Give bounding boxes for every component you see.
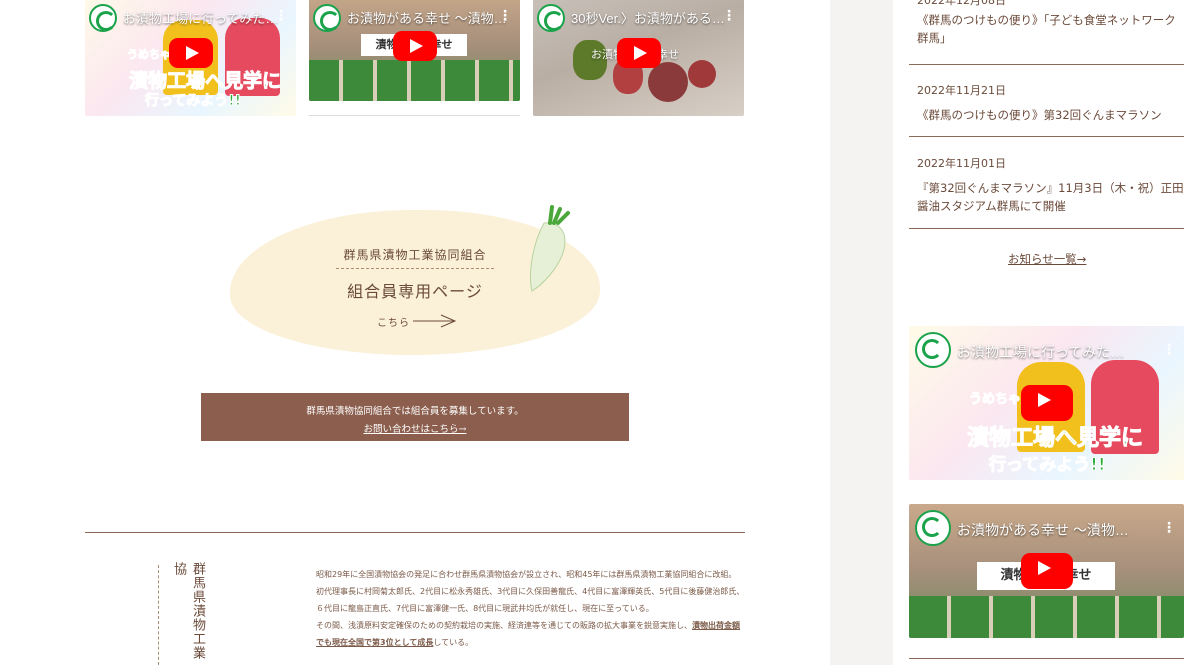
news-date: 2022年11月21日 <box>917 84 1006 97</box>
channel-logo-icon <box>537 4 565 32</box>
channel-logo-icon <box>915 332 951 368</box>
vertical-divider <box>158 565 159 665</box>
about-paragraph-1: 昭和29年に全国漬物協会の発足に合わせ群馬県漬物協会が設立され、昭和45年には群… <box>316 570 745 613</box>
news-list-link[interactable]: お知らせ一覧→ <box>1008 251 1086 267</box>
recruit-banner[interactable]: 群馬県漬物協同組合では組合員を募集しています。 お問い合わせはこちら→ <box>201 393 629 441</box>
video-thumb-30sec[interactable]: お漬物がある幸せ 30秒Ver.〉お漬物がある… ⋮ <box>533 0 744 116</box>
recruit-text: 群馬県漬物協同組合では組合員を募集しています。 <box>306 406 524 417</box>
news-item[interactable]: 2022年11月21日 《群馬のつけもの便り》第32回ぐんまマラソン <box>909 65 1184 137</box>
bubble-divider <box>336 268 494 269</box>
video-title: お漬物工場に行ってみた… <box>123 11 279 26</box>
video-thumb-happiness[interactable]: 漬物がある幸せ お漬物がある幸せ ～漬物… ⋮ <box>309 0 520 101</box>
arrow-right-icon[interactable] <box>413 314 457 328</box>
news-title[interactable]: 『第32回ぐんまマラソン』11月3日（木・祝）正田醤油スタジアム群馬にて開催 <box>909 179 1184 215</box>
video-caption-sub: 行ってみよう!! <box>989 455 1107 476</box>
news-item[interactable]: 2022年12月08日 《群馬のつけもの便り》「子ども食堂ネットワーク群馬」 <box>909 0 1184 65</box>
member-page-title: 組合員専用ページ <box>347 282 483 301</box>
more-options-icon[interactable]: ⋮ <box>1162 520 1176 536</box>
news-date: 2022年11月01日 <box>917 157 1006 170</box>
video-title: 30秒Ver.〉お漬物がある… <box>571 11 725 26</box>
side-video-factory[interactable]: うめちゃん 漬物工場へ見学に 行ってみよう!! お漬物工場に行ってみた… ⋮ <box>909 326 1184 480</box>
section-divider <box>85 532 745 533</box>
video-caption-sub: 行ってみよう!! <box>144 93 242 110</box>
play-icon[interactable] <box>392 30 437 61</box>
gutter <box>830 0 893 665</box>
video-title: お漬物がある幸せ ～漬物… <box>347 11 507 26</box>
news-title[interactable]: 《群馬のつけもの便り》第32回ぐんまマラソン <box>909 106 1184 124</box>
thumb-underline <box>309 115 520 116</box>
member-page-org: 群馬県漬物工業協同組合 <box>343 248 487 262</box>
channel-logo-icon <box>89 4 117 32</box>
more-options-icon[interactable]: ⋮ <box>722 8 736 24</box>
more-options-icon[interactable]: ⋮ <box>1162 342 1176 358</box>
channel-logo-icon <box>915 510 951 546</box>
play-icon[interactable] <box>616 38 661 68</box>
news-item[interactable]: 2022年11月01日 『第32回ぐんまマラソン』11月3日（木・祝）正田醤油ス… <box>909 137 1184 229</box>
about-paragraph-3: している。 <box>433 638 474 647</box>
video-title: お漬物工場に行ってみた… <box>957 344 1125 360</box>
news-date: 2022年12月08日 <box>917 0 1006 7</box>
sidebar-divider <box>909 658 1184 659</box>
more-options-icon[interactable]: ⋮ <box>274 8 288 24</box>
member-page-link[interactable]: こちら <box>377 314 410 329</box>
news-title[interactable]: 《群馬のつけもの便り》「子ども食堂ネットワーク群馬」 <box>909 11 1184 47</box>
side-video-happiness[interactable]: 漬物がある幸せ お漬物がある幸せ ～漬物… ⋮ <box>909 504 1184 638</box>
play-icon[interactable] <box>168 38 213 68</box>
play-icon[interactable] <box>1020 553 1073 589</box>
video-thumb-factory[interactable]: うめちゃん 漬物工場へ見学に 行ってみよう!! お漬物工場に行ってみた… ⋮ <box>85 0 296 116</box>
recruit-contact-link[interactable]: お問い合わせはこちら→ <box>364 421 467 435</box>
radish-icon <box>530 205 570 292</box>
about-text: 昭和29年に全国漬物協会の発足に合わせ群馬県漬物協会が設立され、昭和45年には群… <box>316 566 746 651</box>
more-options-icon[interactable]: ⋮ <box>498 8 512 24</box>
channel-logo-icon <box>313 4 341 32</box>
about-paragraph-2: その間、浅漬原料安定確保のための契約栽培の実施、経済連等を通じての販路の拡大事業… <box>316 621 692 630</box>
video-caption-main: 漬物工場へ見学に <box>128 70 282 93</box>
video-caption-main: 漬物工場へ見学に <box>966 426 1144 452</box>
about-vertical-title: 群馬県漬物工業協 <box>171 562 205 660</box>
play-icon[interactable] <box>1020 385 1073 421</box>
video-title: お漬物がある幸せ ～漬物… <box>957 522 1129 538</box>
